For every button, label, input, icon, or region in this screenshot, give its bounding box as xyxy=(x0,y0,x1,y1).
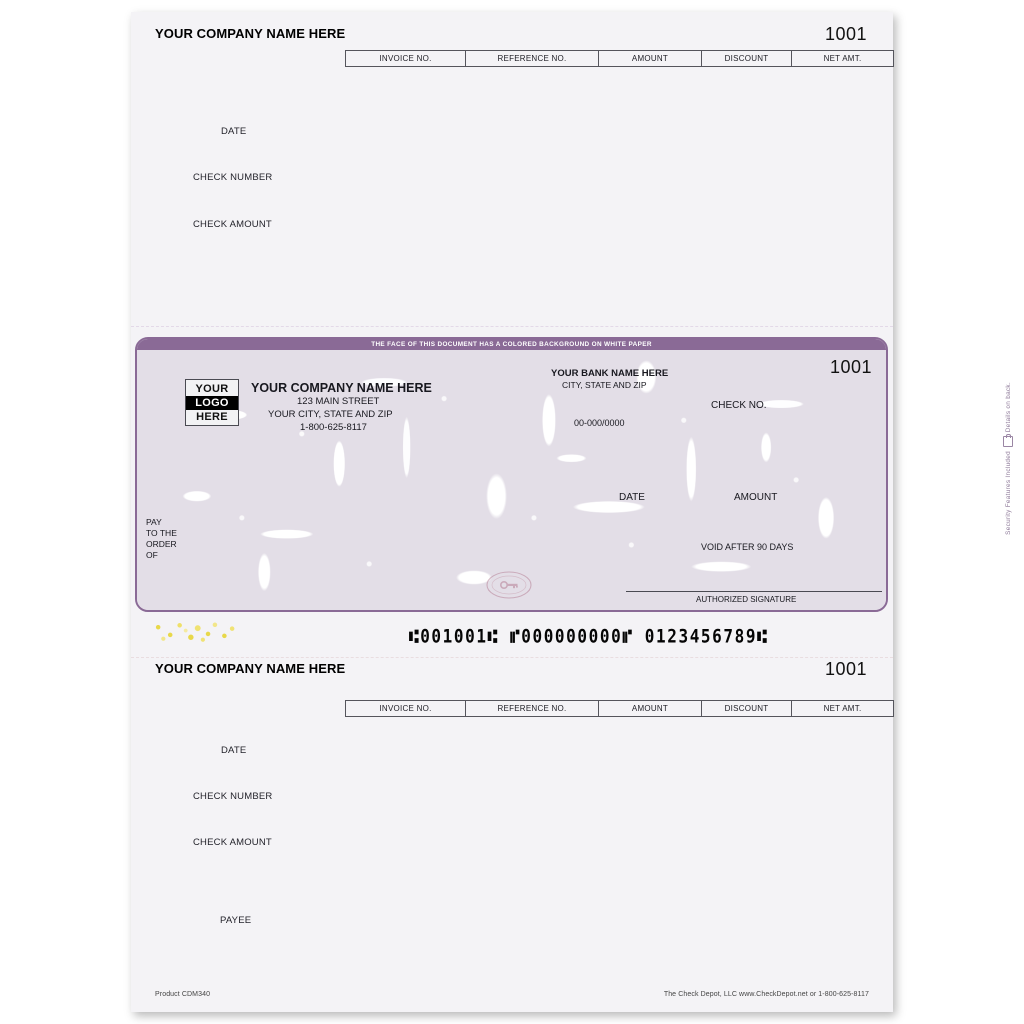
top-stub-col-net: NET AMT. xyxy=(823,54,862,63)
bottom-stub-company-name: YOUR COMPANY NAME HERE xyxy=(155,661,346,676)
payer-company-name: YOUR COMPANY NAME HERE xyxy=(251,381,432,395)
signature-line xyxy=(626,591,882,592)
security-features-strip: Details on back. Security Features Inclu… xyxy=(997,382,1019,597)
bottom-stub-label-check-number: CHECK NUMBER xyxy=(193,791,273,802)
bottom-stub-col-amount: AMOUNT xyxy=(599,701,702,716)
bottom-stub-table: INVOICE NO. REFERENCE NO. AMOUNT DISCOUN… xyxy=(345,700,894,717)
bottom-stub-check-number: 1001 xyxy=(824,659,867,679)
top-stub-col-invoice: INVOICE NO. xyxy=(346,51,466,66)
check-document-page: YOUR COMPANY NAME HERE 1001 INVOICE NO. … xyxy=(0,0,1024,1024)
heat-sensitive-seal-icon xyxy=(485,570,533,600)
logo-placeholder-box: YOUR LOGO HERE xyxy=(185,379,239,426)
top-stub-company-name: YOUR COMPANY NAME HERE xyxy=(155,26,346,41)
check-face: THE FACE OF THIS DOCUMENT HAS A COLORED … xyxy=(135,337,888,612)
top-stub-label-check-number: CHECK NUMBER xyxy=(193,172,273,183)
bank-city-state-zip: CITY, STATE AND ZIP xyxy=(562,380,647,390)
bank-fraction: 00-000/0000 xyxy=(574,418,625,428)
bottom-stub-col-net: NET AMT. xyxy=(823,704,862,713)
bottom-stub-label-check-amount: CHECK AMOUNT xyxy=(193,837,272,848)
yellow-security-dots xyxy=(153,620,239,644)
vendor-footer: The Check Depot, LLC www.CheckDepot.net … xyxy=(663,991,869,998)
top-stub-col-discount: DISCOUNT xyxy=(702,51,792,66)
authorized-signature-label: AUTHORIZED SIGNATURE xyxy=(696,595,797,604)
perforation-line-bottom xyxy=(131,657,893,658)
paper-sheet: YOUR COMPANY NAME HERE 1001 INVOICE NO. … xyxy=(131,12,1013,1012)
top-stub-table: INVOICE NO. REFERENCE NO. AMOUNT DISCOUN… xyxy=(345,50,894,67)
payer-street: 123 MAIN STREET xyxy=(297,396,380,407)
top-stub-check-number: 1001 xyxy=(824,24,867,44)
void-protection-banner: THE FACE OF THIS DOCUMENT HAS A COLORED … xyxy=(137,339,886,350)
check-no-label: CHECK NO. xyxy=(711,400,767,411)
top-stub-label-date: DATE xyxy=(221,126,247,137)
top-stub-col-amount: AMOUNT xyxy=(599,51,702,66)
security-features-included-text: Security Features Included xyxy=(1004,451,1012,536)
bottom-stub-col-invoice: INVOICE NO. xyxy=(346,701,466,716)
date-label: DATE xyxy=(619,492,645,503)
logo-line-1: YOUR xyxy=(195,382,229,395)
logo-line-3: HERE xyxy=(196,410,228,423)
top-stub-label-check-amount: CHECK AMOUNT xyxy=(193,219,272,230)
bank-name: YOUR BANK NAME HERE xyxy=(551,368,669,379)
check-face-number: 1001 xyxy=(829,357,872,377)
top-stub-col-reference: REFERENCE NO. xyxy=(466,51,599,66)
pay-to-line-2: TO THE xyxy=(146,528,177,538)
perforation-line-top xyxy=(131,326,893,327)
product-code-footer: Product CDM340 xyxy=(155,991,211,998)
payer-phone: 1-800-625-8117 xyxy=(300,422,367,433)
micr-line: ⑆001001⑆ ⑈000000000⑈ 0123456789⑆ xyxy=(409,625,769,647)
payer-city-state-zip: YOUR CITY, STATE AND ZIP xyxy=(268,409,393,420)
pay-to-line-4: OF xyxy=(146,550,158,560)
bottom-stub-col-discount: DISCOUNT xyxy=(702,701,792,716)
pay-to-line-1: PAY xyxy=(146,517,162,527)
pay-to-line-3: ORDER xyxy=(146,539,177,549)
bottom-stub-label-date: DATE xyxy=(221,745,247,756)
void-protection-text: THE FACE OF THIS DOCUMENT HAS A COLORED … xyxy=(371,341,652,348)
bottom-stub-col-reference: REFERENCE NO. xyxy=(466,701,599,716)
logo-line-2: LOGO xyxy=(186,395,238,410)
void-after-label: VOID AFTER 90 DAYS xyxy=(701,542,794,552)
amount-label: AMOUNT xyxy=(734,492,778,503)
bottom-stub-label-payee: PAYEE xyxy=(220,915,252,926)
lock-icon xyxy=(1003,434,1013,448)
security-details-on-back-text: Details on back. xyxy=(1004,382,1012,433)
